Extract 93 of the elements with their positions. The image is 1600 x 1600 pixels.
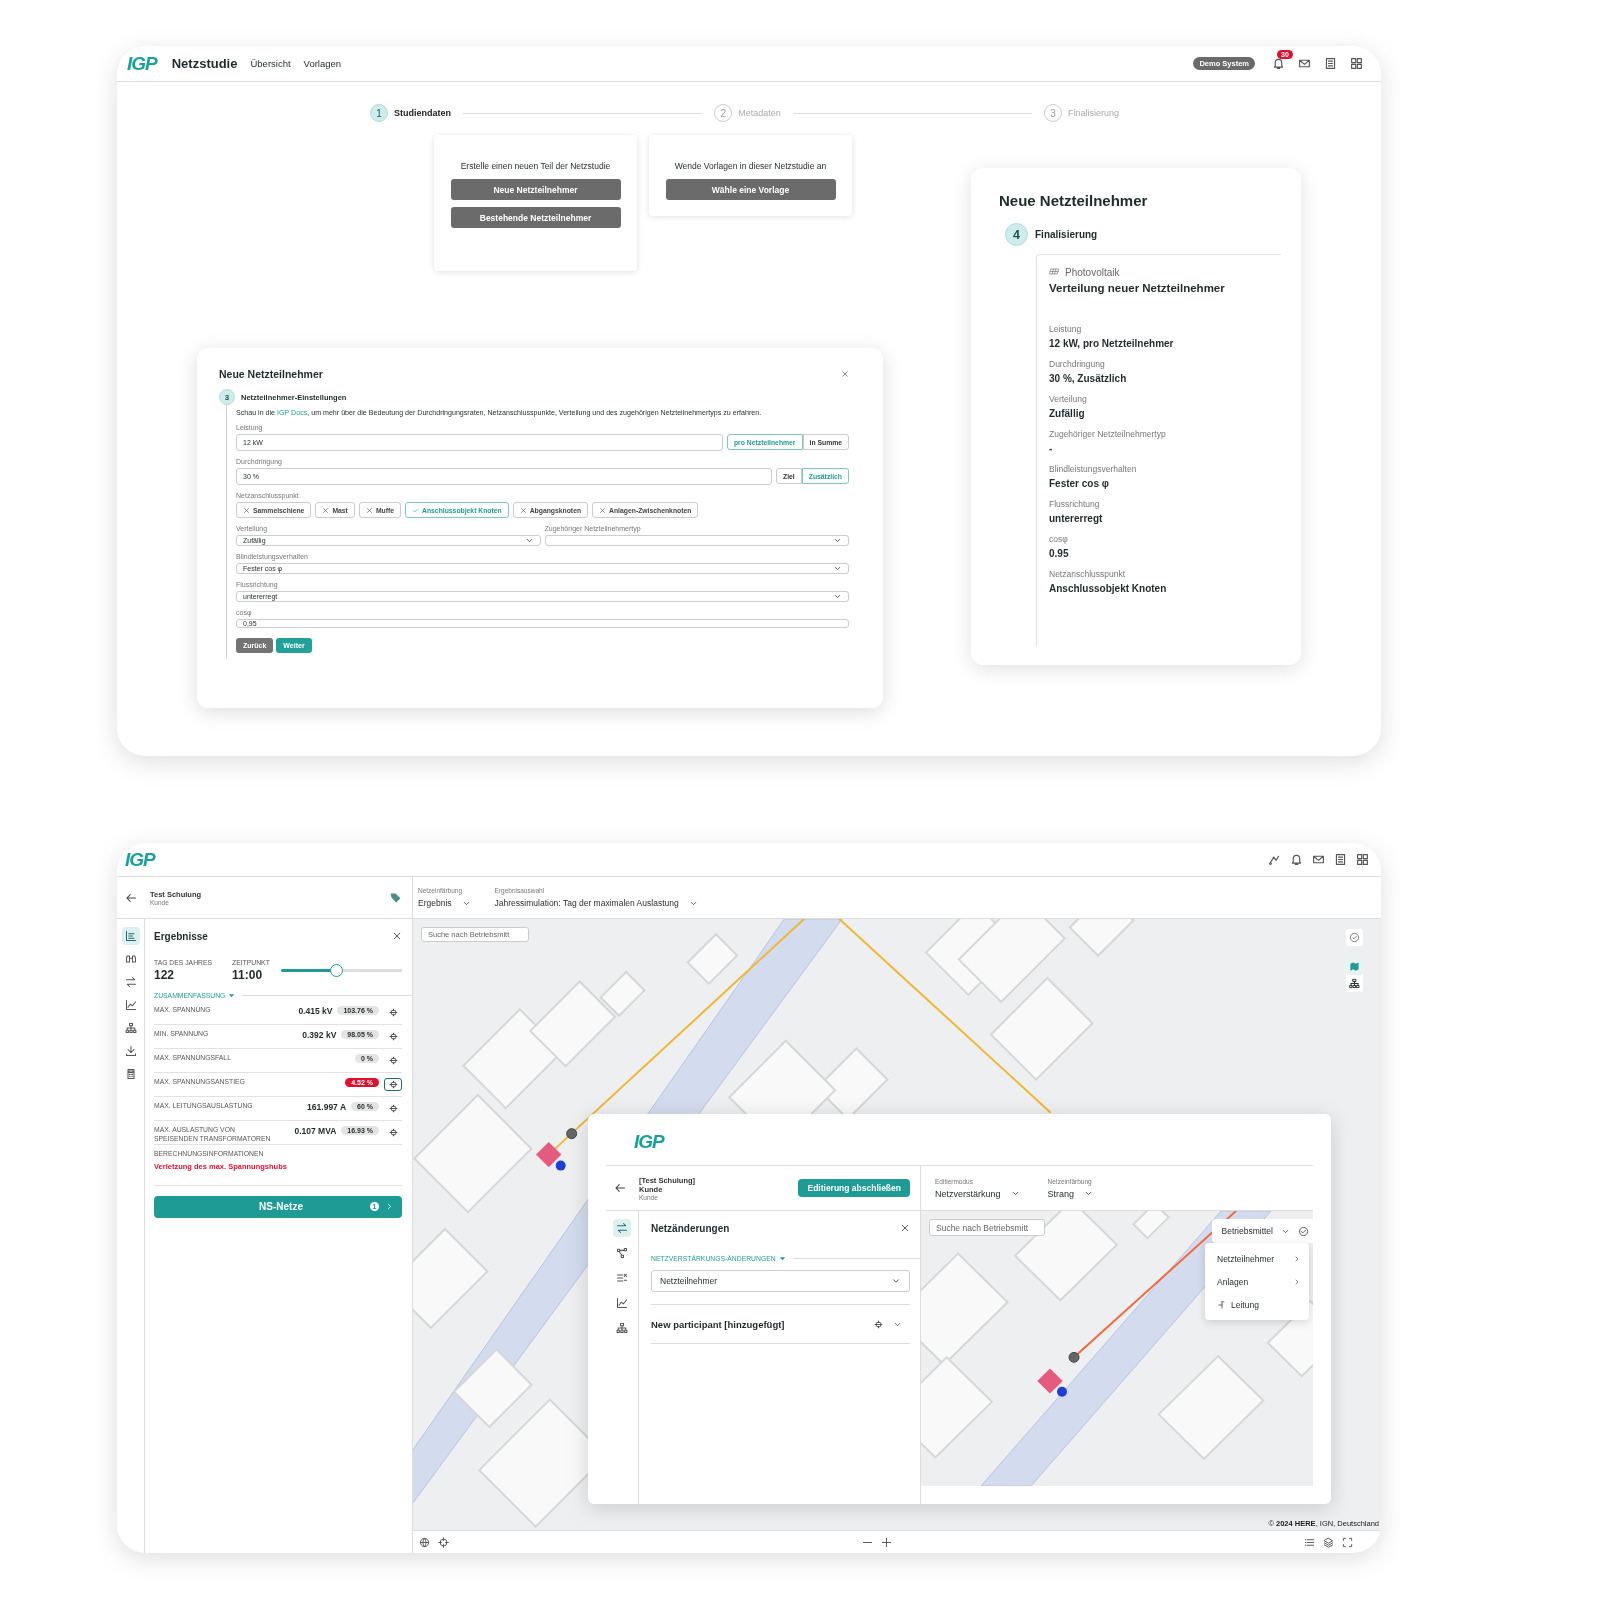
target-icon xyxy=(388,1080,398,1089)
line-chart-icon xyxy=(124,999,137,1011)
summary-heading: Verteilung neuer Netzteilnehmer xyxy=(1049,282,1226,294)
document-icon[interactable] xyxy=(1334,853,1347,866)
dropdown[interactable]: Ergebnis xyxy=(418,898,471,908)
close-icon[interactable] xyxy=(841,370,849,378)
solar-panel-icon xyxy=(1049,267,1060,278)
slider-thumb[interactable] xyxy=(329,964,343,977)
step-label: Finalisierung xyxy=(1035,229,1098,240)
transfer-icon xyxy=(124,976,137,988)
summary-value: untererregt xyxy=(1049,513,1104,524)
dropdown[interactable]: Jahressimulation: Tag der maximalen Auslastung xyxy=(494,898,698,908)
chevron-down-icon xyxy=(524,536,534,545)
close-icon[interactable] xyxy=(392,931,402,941)
crosshair-icon[interactable] xyxy=(438,1536,449,1548)
category-label: Photovoltaik xyxy=(1065,267,1120,278)
check-icon xyxy=(412,506,419,514)
hierarchy-icon xyxy=(124,1022,137,1034)
nav-link[interactable]: Vorlagen xyxy=(303,58,342,69)
target-icon xyxy=(388,1128,398,1137)
chevron-down-icon xyxy=(833,592,842,601)
chevron-down-icon xyxy=(833,564,842,573)
close-icon xyxy=(599,506,607,514)
logo: IGP xyxy=(125,848,155,871)
option-button[interactable]: Bestehende Netzteilnehmer xyxy=(450,207,621,228)
summary-label: Verteilung xyxy=(1049,394,1088,404)
metric-value: 161.997 A xyxy=(307,1102,347,1112)
time-value: 11:00 xyxy=(232,968,264,982)
apps-grid-icon[interactable] xyxy=(1356,853,1369,866)
logo: IGP xyxy=(127,52,157,75)
zoom-in-icon[interactable] xyxy=(880,1536,892,1548)
metric-value: 0.107 MVA xyxy=(294,1126,337,1136)
back-arrow-icon[interactable] xyxy=(125,891,137,904)
panel-title: Ergebnisse xyxy=(154,930,208,942)
option-text: Erstelle einen neuen Teil der Netzstudie xyxy=(460,161,611,171)
summary-value: Anschlussobjekt Knoten xyxy=(1049,583,1168,594)
mail-icon[interactable] xyxy=(1298,57,1311,70)
close-icon xyxy=(519,506,527,514)
close-icon xyxy=(365,506,373,514)
notification-bell-icon[interactable] xyxy=(1290,853,1303,866)
step-label[interactable]: Studiendaten xyxy=(394,108,451,118)
summary-label: Blindleistungsverhalten xyxy=(1049,464,1138,474)
summary-value: 0.95 xyxy=(1049,548,1070,559)
option-button[interactable]: Neue Netzteilnehmer xyxy=(450,179,621,200)
summary-value: 30 %, Zusätzlich xyxy=(1049,373,1128,384)
option-button[interactable]: Wähle eine Vorlage xyxy=(665,179,836,200)
document-icon[interactable] xyxy=(1324,57,1337,70)
layers-icon[interactable] xyxy=(1323,1536,1334,1548)
summary-label: Zugehöriger Netzteilnehmertyp xyxy=(1049,429,1167,439)
binoculars-icon xyxy=(124,953,137,965)
step-number: 4 xyxy=(1005,223,1028,246)
summary-value: Fester cos φ xyxy=(1049,478,1110,489)
metric-value: 0.415 kV xyxy=(298,1006,333,1016)
select-field[interactable] xyxy=(544,535,849,546)
target-icon xyxy=(388,1032,398,1041)
dialog-title: Neue Netzteilnehmer xyxy=(219,368,323,380)
summary-label: Leistung xyxy=(1049,324,1083,334)
target-icon xyxy=(388,1008,398,1017)
fullscreen-icon[interactable] xyxy=(1342,1536,1353,1548)
step-number[interactable]: 1 xyxy=(370,104,388,122)
day-value: 122 xyxy=(154,968,176,982)
tag-icon[interactable] xyxy=(389,891,402,904)
network-icon[interactable] xyxy=(1268,853,1281,866)
target-icon xyxy=(388,1056,398,1065)
summary-label: Durchdringung xyxy=(1049,359,1106,369)
results-icon xyxy=(124,930,137,942)
mail-icon[interactable] xyxy=(1312,853,1325,866)
summary-title: Neue Netzteilnehmer xyxy=(999,192,1149,209)
chevron-right-icon xyxy=(385,1202,394,1212)
close-icon xyxy=(243,506,250,514)
caret-icon xyxy=(228,992,236,999)
summary-value: - xyxy=(1049,443,1054,454)
calculator-icon xyxy=(124,1068,137,1080)
chevron-down-icon xyxy=(833,536,842,545)
target-icon xyxy=(388,1104,398,1113)
summary-label: cosφ xyxy=(1049,534,1069,544)
list-icon[interactable] xyxy=(1304,1536,1315,1548)
summary-label: Netzanschlusspunkt xyxy=(1049,569,1127,579)
download-icon xyxy=(124,1045,137,1057)
metric-value: 0.392 kV xyxy=(302,1030,337,1040)
summary-value: 12 kW, pro Netzteilnehmer xyxy=(1049,338,1175,349)
globe-icon[interactable] xyxy=(419,1536,430,1548)
nav-link[interactable]: Übersicht xyxy=(250,58,291,69)
apps-grid-icon[interactable] xyxy=(1350,57,1363,70)
app-title: Netzstudie xyxy=(171,56,238,71)
rail-button[interactable] xyxy=(121,927,140,945)
option-text: Wende Vorlagen in dieser Netzstudie an xyxy=(674,161,827,171)
close-icon xyxy=(322,506,330,514)
summary-value: Zufällig xyxy=(1049,408,1086,419)
notification-bell-icon[interactable] xyxy=(1272,57,1285,70)
step-number: 3 xyxy=(219,389,235,405)
summary-label: Flussrichtung xyxy=(1049,499,1101,509)
locate-button[interactable] xyxy=(384,1078,402,1091)
